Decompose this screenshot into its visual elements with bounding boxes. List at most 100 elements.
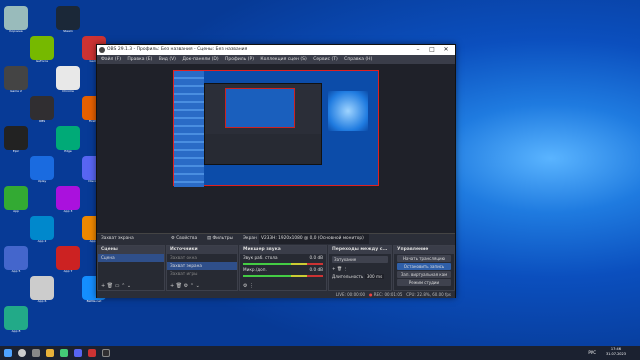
rec-dot-icon: ● [368, 292, 373, 297]
screen-select[interactable]: V233H: 1920x1080 @ 0,0 (Основной монитор… [259, 234, 369, 244]
preview-screen-capture[interactable] [173, 70, 379, 187]
chrome-icon[interactable] [60, 349, 68, 357]
desktop-icon-label: App [13, 210, 19, 213]
source-item[interactable]: Захват экрана [167, 262, 237, 270]
menu-edit[interactable]: Правка (E) [127, 57, 152, 62]
desktop-icon[interactable]: App 8 [4, 306, 28, 333]
desktop-icon-label: OBS [38, 120, 46, 123]
desktop-icon-label: App 6 [37, 300, 47, 303]
studio-mode-button[interactable]: Режим студии [397, 279, 451, 286]
desktop-icon[interactable]: Uplay [30, 156, 54, 183]
screen-label: Экран [243, 236, 257, 241]
source-item[interactable]: Захват окна [167, 254, 237, 262]
duration-input[interactable]: 300 ms [364, 274, 385, 279]
filter-icon[interactable]: ▭ [115, 283, 120, 289]
language-indicator[interactable]: РУС [588, 350, 596, 355]
obs-taskbar-icon[interactable] [102, 349, 110, 357]
trash-icon[interactable]: 🗑 [337, 266, 342, 271]
add-icon[interactable]: + [170, 283, 174, 289]
add-icon[interactable]: + [332, 266, 336, 271]
desktop-icon[interactable]: Steam [56, 6, 80, 33]
sources-title: Источники [167, 246, 237, 254]
desktop-icon-label: App 3 [63, 210, 73, 213]
menu-view[interactable]: Вид (V) [159, 57, 176, 62]
close-icon[interactable]: ✕ [439, 45, 453, 55]
clock-date: 31.07.2023 [605, 352, 626, 356]
menu-scene-collection[interactable]: Коллекция сцен (S) [260, 57, 306, 62]
stop-recording-button[interactable]: Остановить запись [397, 263, 451, 270]
desktop-icon[interactable]: App 2 [30, 216, 54, 243]
properties-button[interactable]: ⚙ Свойства [171, 234, 197, 244]
preview-area[interactable] [97, 64, 455, 233]
source-toolbar: Захват экрана ⚙ Свойства ▤ Фильтры Экран… [97, 233, 455, 244]
menu-tools[interactable]: Сервис (T) [313, 57, 338, 62]
up-icon[interactable]: ⌃ [190, 283, 194, 289]
start-streaming-button[interactable]: Начать трансляцию [397, 255, 451, 262]
source-item[interactable]: Захват игры [167, 270, 237, 278]
desktop-icons: Корзина GeForce Steam Game Game 2 OBS Chrome Fi… [0, 0, 106, 346]
menu-file[interactable]: Файл (F) [101, 57, 121, 62]
filters-button[interactable]: ▤ Фильтры [207, 234, 233, 244]
search-icon[interactable] [18, 349, 26, 357]
desktop-icon-label: Battle.net [86, 300, 102, 303]
desktop-icon[interactable]: Game 2 [4, 66, 28, 93]
gear-icon[interactable]: ⚙ [184, 283, 188, 289]
transitions-title: Переходы между с... [329, 246, 391, 254]
mixer-toolbar: ⚙ ⋮ [240, 282, 326, 290]
desktop-icon-label: Epic [12, 150, 20, 153]
desktop-icon-label: Корзина [9, 30, 23, 33]
desktop-icon[interactable]: Edge [56, 126, 80, 153]
desktop-icon-label: App 7 [63, 270, 73, 273]
desktop-icon-label: Edge [64, 150, 72, 153]
desktop-icon-label: App 5 [11, 270, 21, 273]
maximize-icon[interactable]: □ [425, 45, 439, 55]
desktop-icon[interactable]: App 7 [56, 246, 80, 273]
desktop-icon[interactable]: GeForce [30, 36, 54, 63]
volume-meter [243, 275, 323, 277]
trash-icon[interactable]: 🗑 [176, 283, 182, 289]
transition-select[interactable]: Затухание [332, 256, 388, 263]
window-title: OBS 29.1.3 - Профиль: Без названия - Сце… [107, 47, 248, 52]
menu-profile[interactable]: Профиль (P) [225, 57, 254, 62]
menu-docks[interactable]: Док-панели (D) [182, 57, 218, 62]
title-bar[interactable]: OBS 29.1.3 - Профиль: Без названия - Сце… [97, 45, 455, 55]
up-icon[interactable]: ⌃ [121, 283, 125, 289]
desktop-icon[interactable]: OBS [30, 96, 54, 123]
menu-icon[interactable]: ⋮ [344, 266, 348, 271]
preview-windows-logo [328, 91, 368, 131]
virtual-camera-button[interactable]: Зап. виртуальная кам [397, 271, 451, 278]
desktop-icon-label: Game 2 [10, 90, 22, 93]
desktop-icon-label: App 8 [11, 330, 21, 333]
desktop-icon[interactable]: App [4, 186, 28, 213]
desktop-icon[interactable]: App 5 [4, 246, 28, 273]
minimize-icon[interactable]: – [411, 45, 425, 55]
down-icon[interactable]: ⌄ [196, 283, 200, 289]
controls-dock: Управление Начать трансляцию Остановить … [393, 245, 455, 291]
duration-row: Длительность 300 ms [332, 274, 385, 279]
volume-meter [243, 263, 323, 265]
desktop-icon[interactable]: App 6 [30, 276, 54, 303]
gear-icon[interactable]: ⚙ [243, 283, 247, 289]
down-icon[interactable]: ⌄ [127, 283, 131, 289]
discord-icon[interactable] [74, 349, 82, 357]
add-icon[interactable]: + [101, 283, 105, 289]
mixer-channel-desktop: Звук раб. стола 0.0 dB [243, 255, 323, 260]
obs-window[interactable]: OBS 29.1.3 - Профиль: Без названия - Сце… [96, 44, 456, 298]
trash-icon[interactable]: 🗑 [107, 283, 113, 289]
desktop-icon[interactable]: Epic [4, 126, 28, 153]
desktop-icon[interactable]: App 3 [56, 186, 80, 213]
explorer-icon[interactable] [46, 349, 54, 357]
menu-icon[interactable]: ⋮ [249, 283, 254, 289]
desktop-icon[interactable]: Chrome [56, 66, 80, 93]
task-view-icon[interactable] [32, 349, 40, 357]
scene-item[interactable]: Сцена [98, 254, 164, 262]
desktop-icon[interactable]: Корзина [4, 6, 28, 33]
tray-clock[interactable]: 17:46 31.07.2023 [606, 347, 626, 357]
windows-start-icon[interactable] [4, 349, 12, 357]
app-icon[interactable] [88, 349, 96, 357]
menu-help[interactable]: Справка (H) [344, 57, 372, 62]
mixer-dock: Микшер звука Звук раб. стола 0.0 dB Микр.… [239, 245, 327, 291]
scenes-toolbar: + 🗑 ▭ ⌃ ⌄ [98, 282, 164, 290]
clock-time: 17:46 [610, 347, 622, 351]
preview-nested-obs [204, 83, 322, 165]
